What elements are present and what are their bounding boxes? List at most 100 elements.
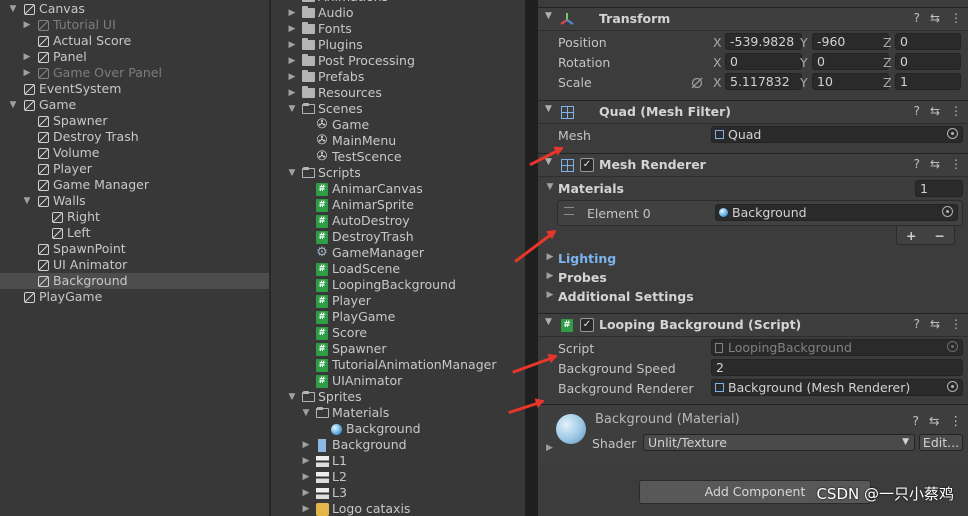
project-item[interactable]: # AutoDestroy: [271, 213, 525, 229]
looping-background-header[interactable]: ▼ # ✓ Looping Background (Script) ? ⇆ ⋮: [538, 313, 968, 337]
expand-right-icon[interactable]: ▶: [287, 5, 297, 21]
rotation-y-field[interactable]: 0: [812, 53, 889, 70]
materials-size-field[interactable]: 1: [915, 180, 963, 197]
hierarchy-item[interactable]: Right: [0, 209, 269, 225]
hierarchy-item[interactable]: PlayGame: [0, 289, 269, 305]
object-picker-icon[interactable]: [947, 128, 958, 139]
help-icon[interactable]: ?: [912, 413, 919, 428]
expand-right-icon[interactable]: ▶: [301, 453, 311, 469]
project-item[interactable]: ✇ Game: [271, 117, 525, 133]
project-item[interactable]: ▶ L1: [271, 453, 525, 469]
preset-icon[interactable]: ⇆: [930, 157, 940, 171]
hierarchy-item[interactable]: Destroy Trash: [0, 129, 269, 145]
project-item[interactable]: ▼ Scenes: [271, 101, 525, 117]
project-item[interactable]: ▶ L2: [271, 469, 525, 485]
project-item[interactable]: ▶ Plugins: [271, 37, 525, 53]
expand-down-icon[interactable]: ▼: [301, 405, 311, 421]
lighting-foldout[interactable]: Lighting: [558, 251, 616, 266]
x-axis-label[interactable]: X: [713, 35, 722, 50]
lighting-caret-icon[interactable]: ▶: [545, 252, 555, 262]
project-item[interactable]: # UIAnimator: [271, 373, 525, 389]
background-speed-field[interactable]: 2: [711, 359, 963, 376]
hierarchy-item[interactable]: EventSystem: [0, 81, 269, 97]
project-item[interactable]: Background: [271, 421, 525, 437]
x-axis-label[interactable]: X: [713, 55, 722, 70]
project-item[interactable]: ▶ Audio: [271, 5, 525, 21]
hierarchy-item[interactable]: ▶ Tutorial UI: [0, 17, 269, 33]
hierarchy-item[interactable]: Volume: [0, 145, 269, 161]
expand-right-icon[interactable]: ▶: [287, 85, 297, 101]
project-item[interactable]: ▶ Prefabs: [271, 69, 525, 85]
expand-down-icon[interactable]: ▼: [287, 389, 297, 405]
hierarchy-item[interactable]: SpawnPoint: [0, 241, 269, 257]
expand-right-icon[interactable]: ▶: [301, 485, 311, 501]
expand-right-icon[interactable]: ▶: [301, 501, 311, 516]
help-icon[interactable]: ?: [914, 157, 920, 171]
mesh-field[interactable]: Quad: [711, 126, 963, 143]
element-0-field[interactable]: Background: [715, 204, 958, 221]
project-item[interactable]: # AnimarSprite: [271, 197, 525, 213]
shader-dropdown[interactable]: Unlit/Texture ▼: [643, 434, 915, 451]
hierarchy-item[interactable]: Actual Score: [0, 33, 269, 49]
rotation-x-field[interactable]: 0: [725, 53, 802, 70]
material-caret-icon[interactable]: ▶: [546, 443, 553, 453]
expand-down-icon[interactable]: ▼: [287, 101, 297, 117]
context-menu-icon[interactable]: ⋮: [950, 104, 962, 118]
scale-z-field[interactable]: 1: [895, 73, 961, 90]
project-item[interactable]: ▶ Fonts: [271, 21, 525, 37]
project-item[interactable]: # Player: [271, 293, 525, 309]
expand-right-icon[interactable]: ▶: [301, 437, 311, 453]
project-item[interactable]: ▶ Background: [271, 437, 525, 453]
expand-down-icon[interactable]: ▼: [8, 1, 18, 17]
transform-header[interactable]: ▼ Transform ? ⇆ ⋮: [538, 7, 968, 31]
hierarchy-item[interactable]: UI Animator: [0, 257, 269, 273]
panel-splitter[interactable]: [525, 0, 538, 516]
object-picker-icon[interactable]: [947, 381, 958, 392]
project-item[interactable]: # LoadScene: [271, 261, 525, 277]
hierarchy-item[interactable]: Left: [0, 225, 269, 241]
expand-right-icon[interactable]: ▶: [301, 469, 311, 485]
enabled-checkbox[interactable]: ✓: [580, 318, 594, 332]
enabled-checkbox[interactable]: ✓: [580, 158, 594, 172]
expand-right-icon[interactable]: ▶: [22, 49, 32, 65]
help-icon[interactable]: ?: [914, 317, 920, 331]
project-item[interactable]: ▶ L3: [271, 485, 525, 501]
y-axis-label[interactable]: Y: [800, 35, 808, 50]
collapse-caret-icon[interactable]: ▼: [545, 11, 552, 21]
project-item[interactable]: ✇ TestScence: [271, 149, 525, 165]
expand-down-icon[interactable]: ▼: [8, 97, 18, 113]
expand-right-icon[interactable]: ▶: [22, 65, 32, 81]
materials-caret-icon[interactable]: ▼: [545, 182, 555, 192]
expand-right-icon[interactable]: ▶: [287, 69, 297, 85]
mesh-filter-header[interactable]: ▼ Quad (Mesh Filter) ? ⇆ ⋮: [538, 100, 968, 124]
project-item[interactable]: # LoopingBackground: [271, 277, 525, 293]
preset-icon[interactable]: ⇆: [930, 317, 940, 331]
position-x-field[interactable]: -539.9828: [725, 33, 802, 50]
materials-label[interactable]: Materials: [558, 181, 624, 196]
expand-right-icon[interactable]: ▶: [287, 53, 297, 69]
additional-settings-foldout[interactable]: Additional Settings: [558, 289, 694, 304]
project-item[interactable]: ▶ Post Processing: [271, 53, 525, 69]
expand-down-icon[interactable]: ▼: [287, 165, 297, 181]
position-y-field[interactable]: -960: [812, 33, 889, 50]
probes-caret-icon[interactable]: ▶: [545, 271, 555, 281]
hierarchy-item[interactable]: ▼ Walls: [0, 193, 269, 209]
position-z-field[interactable]: 0: [895, 33, 961, 50]
project-item[interactable]: ▼ Materials: [271, 405, 525, 421]
collapse-caret-icon[interactable]: ▼: [545, 317, 552, 327]
edit-shader-button[interactable]: Edit...: [919, 434, 963, 451]
scale-y-field[interactable]: 10: [812, 73, 889, 90]
project-item[interactable]: # PlayGame: [271, 309, 525, 325]
x-axis-label[interactable]: X: [713, 75, 722, 90]
help-icon[interactable]: ?: [914, 11, 920, 25]
drag-handle-icon[interactable]: [564, 207, 574, 215]
z-axis-label[interactable]: Z: [883, 35, 892, 50]
mesh-renderer-header[interactable]: ▼ ✓ Mesh Renderer ? ⇆ ⋮: [538, 153, 968, 177]
add-element-button[interactable]: +: [906, 228, 916, 243]
collapse-caret-icon[interactable]: ▼: [545, 104, 552, 114]
hierarchy-item[interactable]: Game Manager: [0, 177, 269, 193]
hierarchy-item[interactable]: ▼ Canvas: [0, 1, 269, 17]
hierarchy-item[interactable]: Background: [0, 273, 269, 289]
context-menu-icon[interactable]: ⋮: [950, 157, 962, 171]
project-item[interactable]: # DestroyTrash: [271, 229, 525, 245]
